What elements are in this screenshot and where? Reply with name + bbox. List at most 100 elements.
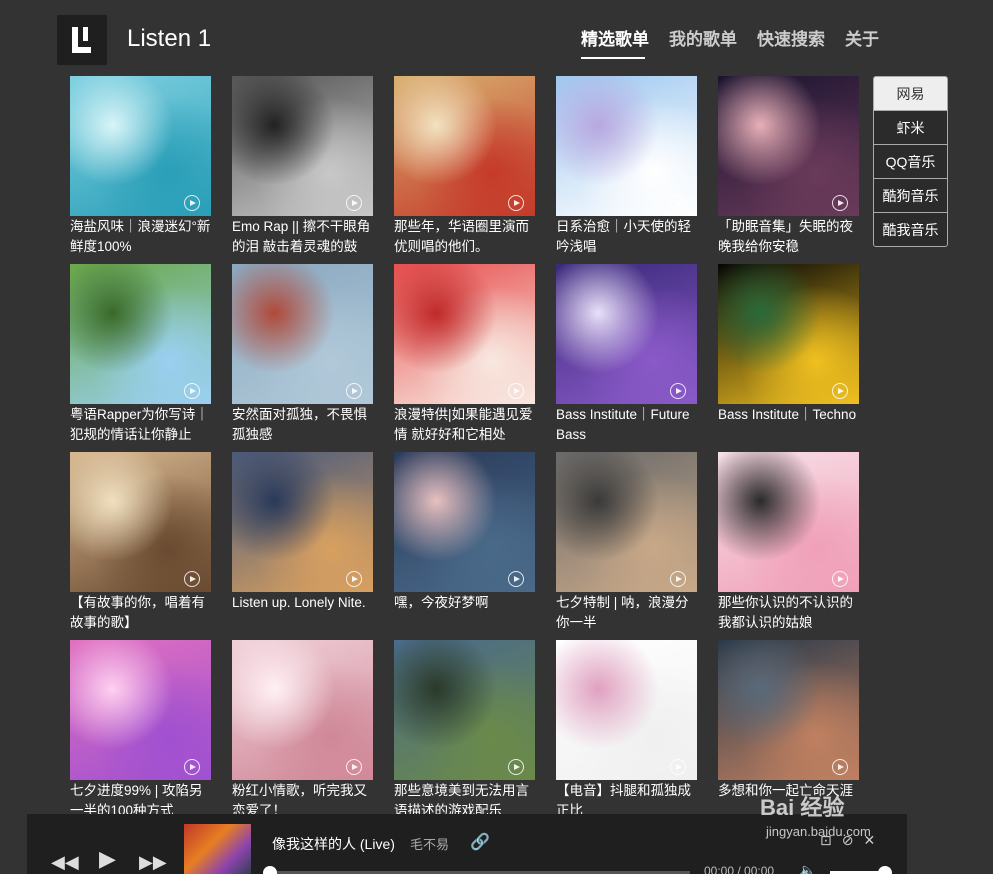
playlist-cover[interactable] bbox=[394, 452, 535, 592]
playlist-cover[interactable] bbox=[70, 452, 211, 592]
playlist-card[interactable]: 【电音】抖腿和孤独成正比 bbox=[556, 640, 697, 821]
playlist-grid: 海盐风味｜浪漫迷幻°新鲜度100% Emo Rap || 擦不干眼角的泪 敲击着灵… bbox=[70, 76, 870, 818]
play-circle-icon[interactable] bbox=[508, 383, 524, 399]
playlist-cover[interactable] bbox=[232, 452, 373, 592]
playlist-card[interactable]: 海盐风味｜浪漫迷幻°新鲜度100% bbox=[70, 76, 211, 257]
playlist-cover[interactable] bbox=[718, 264, 859, 404]
playlist-card[interactable]: 【有故事的你，唱着有故事的歌】 bbox=[70, 452, 211, 633]
previous-icon[interactable]: ◀◀ bbox=[51, 852, 79, 873]
progress-handle[interactable] bbox=[263, 866, 277, 874]
playlist-cover[interactable] bbox=[394, 76, 535, 216]
play-circle-icon[interactable] bbox=[184, 195, 200, 211]
playlist-card[interactable]: 那些年，华语圈里演而优则唱的他们。 bbox=[394, 76, 535, 257]
link-icon[interactable]: 🔗 bbox=[470, 832, 490, 852]
now-playing-cover[interactable] bbox=[184, 824, 251, 874]
playlist-cover[interactable] bbox=[718, 452, 859, 592]
playlist-title[interactable]: 七夕特制 | 呐，浪漫分你一半 bbox=[556, 593, 697, 633]
playlist-cover[interactable] bbox=[70, 264, 211, 404]
playlist-card[interactable]: 粉红小情歌，听完我又恋爱了！ bbox=[232, 640, 373, 821]
playlist-card[interactable]: 「助眠音集」失眠的夜晚我给你安稳 bbox=[718, 76, 859, 257]
playlist-cover[interactable] bbox=[232, 264, 373, 404]
playlist-title[interactable]: 海盐风味｜浪漫迷幻°新鲜度100% bbox=[70, 217, 211, 257]
tab-about[interactable]: 关于 bbox=[845, 25, 879, 50]
play-circle-icon[interactable] bbox=[184, 571, 200, 587]
play-circle-icon[interactable] bbox=[346, 759, 362, 775]
playlist-cover[interactable] bbox=[556, 264, 697, 404]
play-circle-icon[interactable] bbox=[832, 759, 848, 775]
playlist-card[interactable]: 那些你认识的不认识的我都认识的姑娘 bbox=[718, 452, 859, 633]
tab-quick-search[interactable]: 快速搜索 bbox=[757, 25, 825, 50]
play-icon[interactable]: ▶ bbox=[99, 846, 116, 872]
play-circle-icon[interactable] bbox=[346, 571, 362, 587]
playlist-card[interactable]: Bass Institute｜Techno bbox=[718, 264, 859, 445]
playlist-cover[interactable] bbox=[70, 640, 211, 780]
playlist-cover[interactable] bbox=[394, 640, 535, 780]
playlist-title[interactable]: 那些你认识的不认识的我都认识的姑娘 bbox=[718, 593, 859, 633]
source-qq-music[interactable]: QQ音乐 bbox=[873, 144, 948, 179]
playlist-card[interactable]: 粤语Rapper为你写诗｜犯规的情话让你静止 bbox=[70, 264, 211, 445]
playlist-card[interactable]: 安然面对孤独，不畏惧孤独感 bbox=[232, 264, 373, 445]
playlist-title[interactable]: Bass Institute｜Future Bass bbox=[556, 405, 697, 445]
active-tab-indicator bbox=[581, 57, 645, 59]
playlist-title[interactable]: Bass Institute｜Techno bbox=[718, 405, 859, 445]
playlist-title[interactable]: 粤语Rapper为你写诗｜犯规的情话让你静止 bbox=[70, 405, 211, 445]
playlist-card[interactable]: 嘿，今夜好梦啊 bbox=[394, 452, 535, 633]
playlist-card[interactable]: 七夕特制 | 呐，浪漫分你一半 bbox=[556, 452, 697, 633]
playlist-card[interactable]: 浪漫特供|如果能遇见爱情 就好好和它相处 bbox=[394, 264, 535, 445]
playlist-cover[interactable] bbox=[232, 76, 373, 216]
app-title: Listen 1 bbox=[127, 25, 212, 52]
source-xiami[interactable]: 虾米 bbox=[873, 110, 948, 145]
now-playing-title: 像我这样的人 (Live) bbox=[272, 836, 395, 852]
volume-icon[interactable]: 🔈 bbox=[799, 862, 816, 874]
play-circle-icon[interactable] bbox=[670, 571, 686, 587]
next-icon[interactable]: ▶▶ bbox=[139, 852, 167, 873]
source-kugou[interactable]: 酷狗音乐 bbox=[873, 178, 948, 213]
playlist-title[interactable]: 那些年，华语圈里演而优则唱的他们。 bbox=[394, 217, 535, 257]
source-netease[interactable]: 网易 bbox=[873, 76, 948, 111]
playlist-title[interactable]: 浪漫特供|如果能遇见爱情 就好好和它相处 bbox=[394, 405, 535, 445]
volume-handle[interactable] bbox=[878, 866, 892, 874]
play-circle-icon[interactable] bbox=[670, 195, 686, 211]
source-kuwo[interactable]: 酷我音乐 bbox=[873, 212, 948, 247]
playlist-title[interactable]: 日系治愈｜小天使的轻吟浅唱 bbox=[556, 217, 697, 257]
playlist-cover[interactable] bbox=[70, 76, 211, 216]
play-circle-icon[interactable] bbox=[670, 383, 686, 399]
play-circle-icon[interactable] bbox=[670, 759, 686, 775]
play-circle-icon[interactable] bbox=[508, 195, 524, 211]
playlist-cover[interactable] bbox=[556, 76, 697, 216]
playlist-card[interactable]: Bass Institute｜Future Bass bbox=[556, 264, 697, 445]
play-circle-icon[interactable] bbox=[832, 571, 848, 587]
playlist-cover[interactable] bbox=[394, 264, 535, 404]
source-selector: 网易 虾米 QQ音乐 酷狗音乐 酷我音乐 bbox=[873, 76, 948, 247]
playlist-cover[interactable] bbox=[232, 640, 373, 780]
watermark-brand: Bai 经验 bbox=[760, 795, 845, 820]
play-circle-icon[interactable] bbox=[346, 195, 362, 211]
playlist-title[interactable]: 嘿，今夜好梦啊 bbox=[394, 593, 535, 633]
play-circle-icon[interactable] bbox=[508, 571, 524, 587]
playlist-cover[interactable] bbox=[556, 640, 697, 780]
playlist-card[interactable]: Listen up. Lonely Nite. bbox=[232, 452, 373, 633]
playlist-title[interactable]: Listen up. Lonely Nite. bbox=[232, 593, 373, 633]
playlist-card[interactable]: 七夕进度99% | 攻陷另一半的100种方式 bbox=[70, 640, 211, 821]
play-circle-icon[interactable] bbox=[184, 759, 200, 775]
play-circle-icon[interactable] bbox=[832, 195, 848, 211]
tab-my-playlists[interactable]: 我的歌单 bbox=[669, 25, 737, 50]
playlist-card[interactable]: 日系治愈｜小天使的轻吟浅唱 bbox=[556, 76, 697, 257]
logo bbox=[57, 15, 107, 65]
playlist-cover[interactable] bbox=[718, 640, 859, 780]
playlist-title[interactable]: 安然面对孤独，不畏惧孤独感 bbox=[232, 405, 373, 445]
playlist-cover[interactable] bbox=[556, 452, 697, 592]
playlist-card[interactable]: Emo Rap || 擦不干眼角的泪 敲击着灵魂的鼓 bbox=[232, 76, 373, 257]
playlist-title[interactable]: 「助眠音集」失眠的夜晚我给你安稳 bbox=[718, 217, 859, 257]
tab-featured-playlists[interactable]: 精选歌单 bbox=[581, 25, 649, 50]
play-circle-icon[interactable] bbox=[508, 759, 524, 775]
playlist-title[interactable]: Emo Rap || 擦不干眼角的泪 敲击着灵魂的鼓 bbox=[232, 217, 373, 257]
playlist-cover[interactable] bbox=[718, 76, 859, 216]
playlist-title[interactable]: 【有故事的你，唱着有故事的歌】 bbox=[70, 593, 211, 633]
play-circle-icon[interactable] bbox=[832, 383, 848, 399]
playlist-card[interactable]: 那些意境美到无法用言语描述的游戏配乐 bbox=[394, 640, 535, 821]
now-playing-artist[interactable]: 毛不易 bbox=[410, 834, 449, 853]
play-circle-icon[interactable] bbox=[184, 383, 200, 399]
play-circle-icon[interactable] bbox=[346, 383, 362, 399]
watermark-url: jingyan.baidu.com bbox=[766, 824, 871, 839]
